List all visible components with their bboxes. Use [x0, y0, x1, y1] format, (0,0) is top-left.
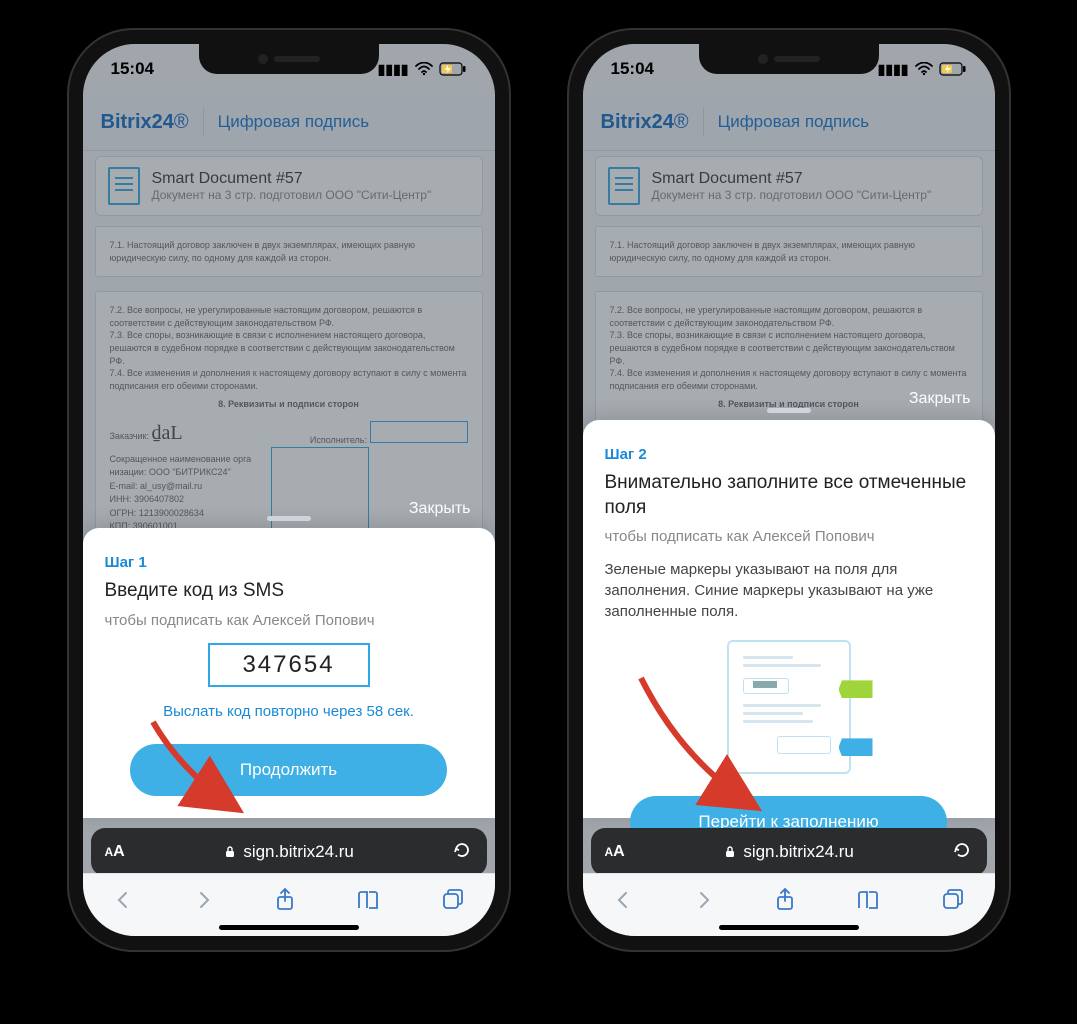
bookmarks-button[interactable]: [356, 889, 382, 916]
tabs-button[interactable]: [441, 888, 465, 917]
blue-marker-icon: [839, 738, 873, 756]
step-label: Шаг 2: [605, 446, 973, 463]
url-text: sign.bitrix24.ru: [723, 842, 854, 862]
resend-code-label: Выслать код повторно через 58 сек.: [105, 703, 473, 720]
sheet-handle[interactable]: [767, 408, 811, 413]
lock-icon: [723, 845, 737, 859]
notch: [199, 44, 379, 74]
close-button[interactable]: Закрыть: [909, 390, 971, 408]
continue-button[interactable]: Продолжить: [130, 744, 446, 796]
url-bar[interactable]: AA sign.bitrix24.ru: [91, 828, 487, 876]
wifi-icon: [915, 62, 933, 76]
reload-button[interactable]: [452, 840, 472, 865]
forward-button[interactable]: [693, 889, 715, 916]
bottom-sheet-step1: Шаг 1 Введите код из SMS чтобы подписать…: [83, 528, 495, 818]
sheet-handle[interactable]: [267, 516, 311, 521]
phone-step-1: 15:04 ▮▮▮▮ Bitrix24® Цифровая подпись Sm…: [69, 30, 509, 950]
sheet-body: Зеленые маркеры указывают на поля для за…: [605, 559, 973, 622]
share-button[interactable]: [774, 887, 796, 918]
sms-code-input[interactable]: 347654: [208, 643, 370, 687]
green-marker-icon: [839, 680, 873, 698]
phone-step-2: 15:04 ▮▮▮▮ Bitrix24® Цифровая подпись Sm…: [569, 30, 1009, 950]
url-text: sign.bitrix24.ru: [223, 842, 354, 862]
home-indicator[interactable]: [719, 925, 859, 930]
step-label: Шаг 1: [105, 554, 473, 571]
lock-icon: [223, 845, 237, 859]
signal-icon: ▮▮▮▮: [878, 61, 909, 78]
forward-button[interactable]: [193, 889, 215, 916]
battery-icon: [939, 62, 967, 76]
sheet-subtitle: чтобы подписать как Алексей Попович: [105, 612, 473, 629]
home-indicator[interactable]: [219, 925, 359, 930]
share-button[interactable]: [274, 887, 296, 918]
tabs-button[interactable]: [941, 888, 965, 917]
wifi-icon: [415, 62, 433, 76]
notch: [699, 44, 879, 74]
text-size-button[interactable]: AA: [105, 843, 125, 861]
battery-icon: [439, 62, 467, 76]
sheet-title: Внимательно заполните все отмеченные пол…: [605, 471, 973, 520]
clock: 15:04: [111, 59, 154, 79]
sheet-subtitle: чтобы подписать как Алексей Попович: [605, 528, 973, 545]
sheet-title: Введите код из SMS: [105, 579, 473, 604]
back-button[interactable]: [612, 889, 634, 916]
signal-icon: ▮▮▮▮: [378, 61, 409, 78]
markers-illustration: [605, 640, 973, 774]
bottom-sheet-step2: Шаг 2 Внимательно заполните все отмеченн…: [583, 420, 995, 818]
text-size-button[interactable]: AA: [605, 843, 625, 861]
close-button[interactable]: Закрыть: [409, 500, 471, 518]
url-bar[interactable]: AA sign.bitrix24.ru: [591, 828, 987, 876]
reload-button[interactable]: [952, 840, 972, 865]
clock: 15:04: [611, 59, 654, 79]
back-button[interactable]: [112, 889, 134, 916]
bookmarks-button[interactable]: [856, 889, 882, 916]
